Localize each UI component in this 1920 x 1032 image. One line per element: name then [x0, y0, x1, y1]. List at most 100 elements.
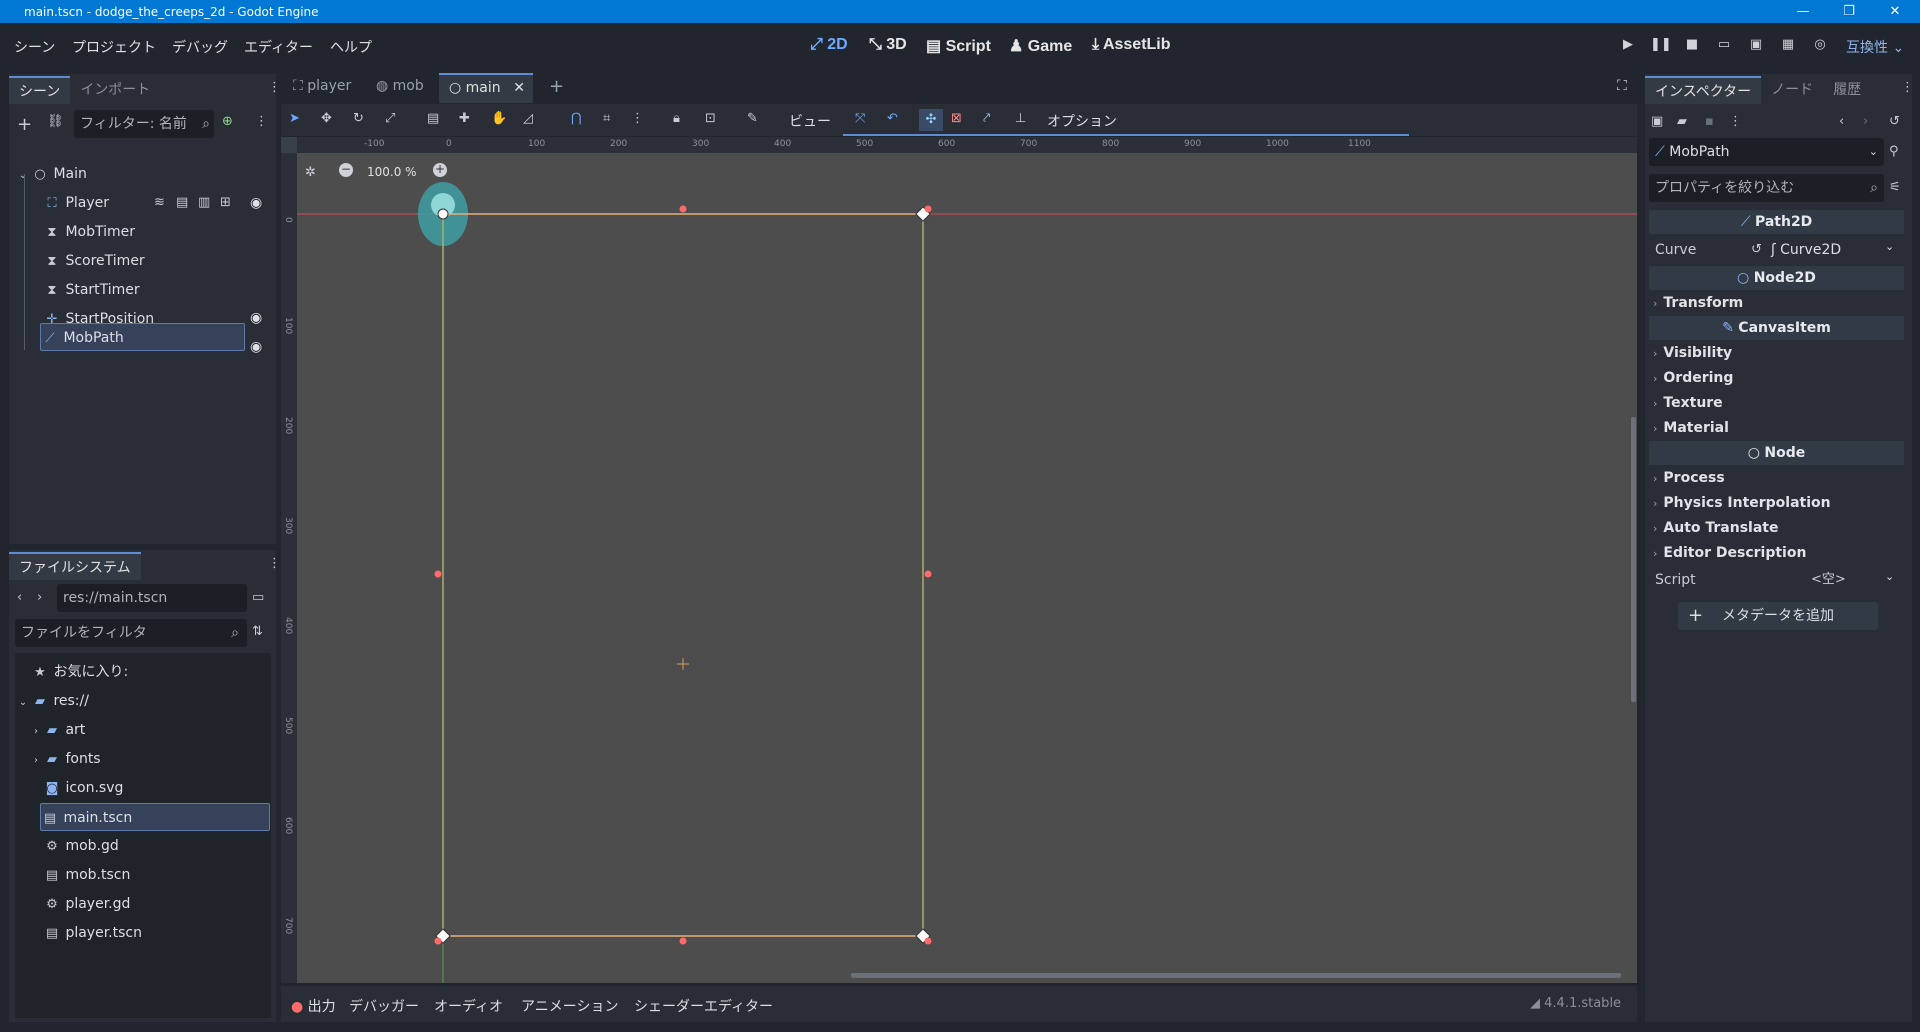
- editor-tab-main[interactable]: ○ main ✕: [439, 73, 533, 103]
- close-icon[interactable]: ✕: [513, 80, 525, 96]
- menu-scene[interactable]: シーン: [14, 37, 55, 57]
- inspector-options-icon[interactable]: ⋮: [1729, 114, 1742, 129]
- section-node[interactable]: ○ Node: [1649, 441, 1904, 465]
- folder-fonts[interactable]: › ▰ fonts: [29, 745, 101, 773]
- menu-help[interactable]: ヘルプ: [330, 37, 372, 57]
- play-scene-icon[interactable]: ▣: [1746, 37, 1766, 57]
- scene-filter-input[interactable]: フィルター: 名前 ⌕: [74, 110, 214, 138]
- tab-filesystem[interactable]: ファイルシステム: [9, 552, 141, 580]
- property-doc-icon[interactable]: ⚲: [1889, 144, 1899, 159]
- add-metadata-button[interactable]: + メタデータを追加: [1678, 602, 1878, 630]
- back-arrow-icon[interactable]: ‹: [17, 590, 22, 605]
- history-back-icon[interactable]: ‹: [1839, 114, 1844, 129]
- file-mob-tscn[interactable]: ▤ mob.tscn: [43, 861, 131, 889]
- list-select-icon[interactable]: ▤: [427, 111, 439, 126]
- tree-node-mobpath[interactable]: ⟋ MobPath: [40, 323, 245, 351]
- mode-3d-button[interactable]: ⤡ 3D: [869, 36, 907, 54]
- mode-2d-button[interactable]: ⤢ 2D: [810, 36, 848, 54]
- pan-tool-icon[interactable]: ✋: [491, 111, 507, 126]
- file-filter-input[interactable]: ファイルをフィルタ ⌕: [15, 619, 247, 647]
- file-icon-svg[interactable]: ◙ icon.svg: [43, 774, 124, 802]
- chevron-down-icon[interactable]: ⌄: [1885, 240, 1894, 253]
- favorites-row[interactable]: ★ お気に入り:: [31, 658, 128, 686]
- file-player-gd[interactable]: ⚙ player.gd: [43, 890, 130, 918]
- pivot-tool-icon[interactable]: ✚: [459, 111, 470, 126]
- sort-icon[interactable]: ⇅: [252, 624, 263, 639]
- group-icon[interactable]: ⊡: [705, 111, 716, 126]
- mirror-handles-icon[interactable]: ⊥: [1015, 111, 1026, 126]
- split-view-icon[interactable]: ▭: [252, 590, 264, 605]
- open-folder-icon[interactable]: ▰: [1677, 114, 1687, 129]
- delete-point-icon[interactable]: ⊠: [951, 111, 962, 126]
- group-texture[interactable]: › Texture: [1653, 391, 1723, 415]
- file-mob-gd[interactable]: ⚙ mob.gd: [43, 832, 119, 860]
- scale-tool-icon[interactable]: ⤢: [385, 111, 395, 126]
- tab-scene[interactable]: シーン: [9, 76, 71, 104]
- renderer-selector[interactable]: 互換性 ⌄: [1846, 37, 1904, 57]
- group-ordering[interactable]: › Ordering: [1653, 366, 1733, 390]
- visibility-eye-icon[interactable]: ◉: [250, 310, 266, 326]
- section-canvasitem[interactable]: ✎ CanvasItem: [1649, 316, 1904, 340]
- group-auto-translate[interactable]: › Auto Translate: [1653, 516, 1779, 540]
- collapse-arrow-icon[interactable]: ⌄: [15, 689, 31, 717]
- collapse-arrow-icon[interactable]: ⌄: [15, 162, 31, 190]
- distraction-free-icon[interactable]: ⛶: [1617, 78, 1627, 94]
- object-history-icon[interactable]: ↺: [1889, 114, 1900, 129]
- dock-menu-icon[interactable]: ⋮: [1901, 80, 1914, 95]
- tab-output[interactable]: ● 出力: [291, 996, 336, 1016]
- tree-node-starttimer[interactable]: ⧗ StartTimer: [43, 276, 139, 304]
- tree-node-mobtimer[interactable]: ⧗ MobTimer: [43, 218, 135, 246]
- tree-node-scoretimer[interactable]: ⧗ ScoreTimer: [43, 247, 144, 275]
- snap-options-icon[interactable]: ⋮: [631, 111, 644, 126]
- editor-tab-mob[interactable]: ◍ mob: [376, 78, 424, 94]
- grid-snap-icon[interactable]: ⌗: [603, 111, 610, 126]
- play-custom-scene-icon[interactable]: ▦: [1778, 37, 1798, 57]
- res-root-row[interactable]: ⌄ ▰ res://: [15, 687, 89, 715]
- tab-history[interactable]: 履歴: [1823, 76, 1871, 104]
- group-visibility[interactable]: › Visibility: [1653, 341, 1732, 365]
- maximize-button[interactable]: ❐: [1826, 0, 1872, 23]
- canvas-viewport[interactable]: -100 0 100 200 300 400 500 600 700 800 900 1000 1100…: [281, 137, 1637, 983]
- tab-import[interactable]: インポート: [70, 76, 160, 104]
- file-player-tscn[interactable]: ▤ player.tscn: [43, 919, 142, 947]
- menu-project[interactable]: プロジェクト: [72, 37, 156, 57]
- property-filter-input[interactable]: プロパティを絞り込む ⌕: [1649, 174, 1884, 202]
- tree-node-main[interactable]: ⌄ ○ Main: [15, 160, 87, 188]
- tab-audio[interactable]: オーディオ: [434, 996, 503, 1016]
- group-physics-interpolation[interactable]: › Physics Interpolation: [1653, 491, 1831, 515]
- dock-menu-icon[interactable]: ⋮: [268, 556, 281, 571]
- node-selector[interactable]: ⟋ MobPath ⌄: [1649, 138, 1884, 166]
- tab-animation[interactable]: アニメーション: [521, 996, 618, 1016]
- movie-maker-icon[interactable]: ◎: [1810, 37, 1830, 57]
- mode-game-button[interactable]: ♟ Game: [1009, 36, 1072, 56]
- script-value[interactable]: <空>: [1811, 568, 1846, 592]
- remote-debug-icon[interactable]: ▭: [1714, 37, 1734, 57]
- instance-scene-icon[interactable]: ⊕: [222, 114, 233, 129]
- folder-art[interactable]: › ▰ art: [29, 716, 85, 744]
- smart-snap-icon[interactable]: ⋂: [571, 111, 582, 126]
- chevron-down-icon[interactable]: ⌄: [1885, 570, 1894, 583]
- tab-node[interactable]: ノード: [1761, 76, 1823, 104]
- mode-script-button[interactable]: ▤ Script: [926, 36, 991, 56]
- tree-node-player[interactable]: ⛶ Player: [43, 189, 109, 217]
- tab-shader-editor[interactable]: シェーダーエディター: [634, 996, 773, 1016]
- visibility-eye-icon[interactable]: ◉: [250, 339, 266, 355]
- curve-resource-field[interactable]: ʃ Curve2D: [1771, 238, 1881, 262]
- stop-icon[interactable]: ■: [1682, 37, 1702, 57]
- section-node2d[interactable]: ○ Node2D: [1649, 266, 1904, 290]
- history-forward-icon[interactable]: ›: [1863, 114, 1868, 129]
- groups-icon[interactable]: ▤: [176, 195, 188, 210]
- mode-assetlib-button[interactable]: ⤓ AssetLib: [1092, 36, 1171, 54]
- expand-arrow-icon[interactable]: ›: [29, 718, 43, 746]
- dock-menu-icon[interactable]: ⋮: [268, 80, 281, 95]
- menu-debug[interactable]: デバッグ: [172, 37, 228, 57]
- move-tool-icon[interactable]: ✥: [321, 111, 332, 126]
- menu-editor[interactable]: エディター: [244, 37, 313, 57]
- add-node-icon[interactable]: +: [17, 114, 32, 135]
- add-point-icon[interactable]: ✣: [919, 109, 943, 131]
- group-process[interactable]: › Process: [1653, 466, 1725, 490]
- group-editor-description[interactable]: › Editor Description: [1653, 541, 1806, 565]
- forward-arrow-icon[interactable]: ›: [37, 590, 42, 605]
- pause-icon[interactable]: ❚❚: [1650, 37, 1672, 57]
- path-field[interactable]: res://main.tscn: [57, 584, 247, 612]
